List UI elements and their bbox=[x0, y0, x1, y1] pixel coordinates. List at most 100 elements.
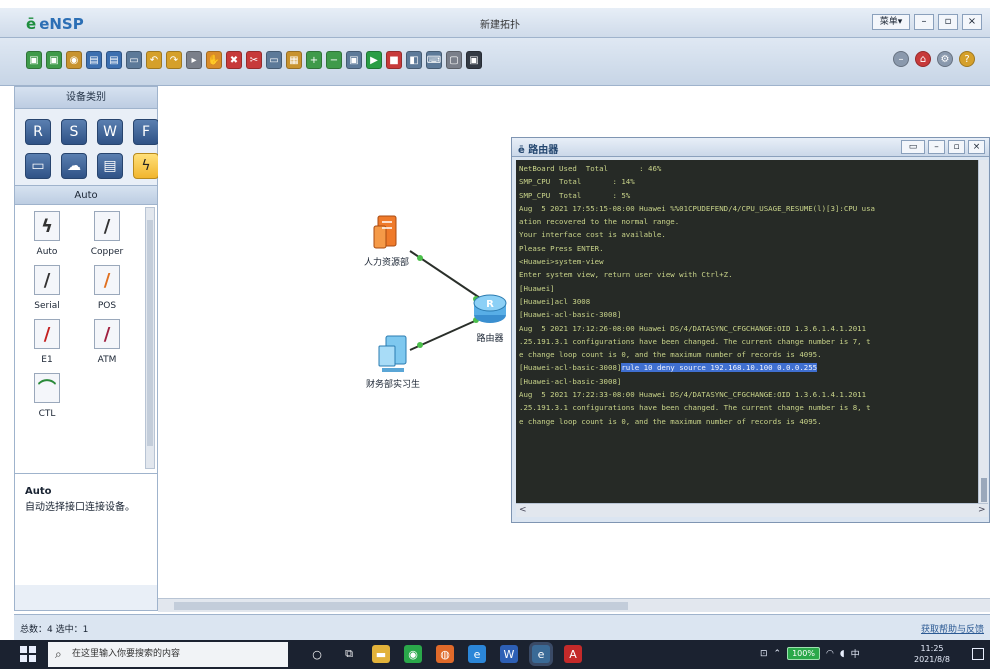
pdf-icon[interactable]: A bbox=[564, 645, 582, 663]
wechat-icon[interactable]: ◉ bbox=[404, 645, 422, 663]
terminal-text: ation recovered to the normal range. bbox=[519, 217, 680, 227]
undo-icon[interactable]: ↶ bbox=[146, 51, 162, 69]
minimize-button[interactable]: – bbox=[914, 14, 934, 30]
cable-item[interactable]: / POS bbox=[77, 265, 137, 311]
terminal-text: <Huawei>system-view bbox=[519, 257, 604, 267]
cable-item[interactable]: / Copper bbox=[77, 211, 137, 257]
open-topology-icon[interactable]: ▣ bbox=[46, 51, 62, 69]
other-device-category-icon[interactable]: ▤ bbox=[97, 153, 123, 179]
volume-icon[interactable]: ◖ bbox=[840, 649, 845, 659]
maximize-button[interactable]: ▫ bbox=[938, 14, 958, 30]
zoom-in-icon[interactable]: + bbox=[306, 51, 322, 69]
console-restore-button[interactable]: ▭ bbox=[901, 140, 925, 154]
home-icon[interactable]: ⌂ bbox=[915, 51, 931, 67]
zoom-out-icon[interactable]: − bbox=[326, 51, 342, 69]
console-minimize-button[interactable]: – bbox=[928, 140, 945, 154]
input-language[interactable]: 中 bbox=[851, 647, 860, 660]
cli-icon[interactable]: ⌨ bbox=[426, 51, 442, 69]
open-example-icon[interactable]: ◉ bbox=[66, 51, 82, 69]
screenshot-icon[interactable]: ▣ bbox=[466, 51, 482, 69]
windows-start-icon[interactable] bbox=[20, 646, 36, 662]
status-count: 总数：4 选中：1 bbox=[20, 625, 89, 635]
chevron-up-icon[interactable]: ⌃ bbox=[774, 649, 782, 659]
stop-icon[interactable]: ■ bbox=[386, 51, 402, 69]
print-icon[interactable]: ▭ bbox=[126, 51, 142, 69]
delete-icon[interactable]: ✖ bbox=[226, 51, 242, 69]
terminal-category-icon[interactable]: ▭ bbox=[25, 153, 51, 179]
terminal-horizontal-scrollbar[interactable]: < > bbox=[516, 503, 988, 517]
fit-icon[interactable]: ▣ bbox=[346, 51, 362, 69]
cable-label: E1 bbox=[41, 355, 53, 365]
terminal-text: Your interface cost is available. bbox=[519, 230, 666, 240]
terminal-line: [Huawei] bbox=[519, 282, 975, 295]
node-pc[interactable]: 财务部实习生 bbox=[366, 334, 420, 390]
node-server[interactable]: 人力资源部 bbox=[364, 214, 409, 268]
terminal-text: Aug 5 2021 17:22:33-08:00 Huawei DS/4/DA… bbox=[519, 390, 867, 400]
cable-item[interactable]: / E1 bbox=[17, 319, 77, 365]
topology-icon[interactable]: ▢ bbox=[446, 51, 462, 69]
wifi-icon[interactable]: ◠ bbox=[826, 649, 834, 659]
cable-item[interactable]: ⌒ CTL bbox=[17, 373, 77, 419]
task-view-icon[interactable]: ⧉ bbox=[340, 645, 358, 663]
canvas-horizontal-scrollbar[interactable] bbox=[158, 598, 990, 612]
connection-category-icon[interactable]: ϟ bbox=[133, 153, 159, 179]
wlan-category-icon[interactable]: W bbox=[97, 119, 123, 145]
save-icon[interactable]: ▤ bbox=[86, 51, 102, 69]
terminal-vertical-scrollbar[interactable] bbox=[978, 160, 988, 503]
app-logo: ē eNSP bbox=[26, 15, 84, 33]
terminal-line: Aug 5 2021 17:55:15-08:00 Huawei %%01CPU… bbox=[519, 202, 975, 215]
new-topology-icon[interactable]: ▣ bbox=[26, 51, 42, 69]
start-icon[interactable]: ▶ bbox=[366, 51, 382, 69]
cortana-icon[interactable]: ○ bbox=[308, 645, 326, 663]
console-maximize-button[interactable]: ▫ bbox=[948, 140, 965, 154]
delete-link-icon[interactable]: ✂ bbox=[246, 51, 262, 69]
text-icon[interactable]: ▭ bbox=[266, 51, 282, 69]
menu-button[interactable]: 菜单▾ bbox=[872, 14, 910, 30]
save-as-icon[interactable]: ▤ bbox=[106, 51, 122, 69]
capture-icon[interactable]: ◧ bbox=[406, 51, 422, 69]
help-feedback-link[interactable]: 获取帮助与反馈 bbox=[921, 622, 984, 635]
drag-icon[interactable]: ✋ bbox=[206, 51, 222, 69]
node-router[interactable]: R 路由器 bbox=[472, 290, 508, 344]
browser-icon[interactable]: ◍ bbox=[436, 645, 454, 663]
scroll-right-icon[interactable]: > bbox=[978, 504, 986, 517]
terminal-output[interactable]: NetBoard Used Total : 46% SMP_CPU Total :… bbox=[516, 160, 978, 503]
cable-scrollbar[interactable] bbox=[145, 207, 155, 469]
settings-icon[interactable]: ⚙ bbox=[937, 51, 953, 67]
file-explorer-icon[interactable]: ▬ bbox=[372, 645, 390, 663]
minimize-panel-icon[interactable]: – bbox=[893, 51, 909, 67]
scroll-thumb[interactable] bbox=[174, 602, 628, 610]
select-icon[interactable]: ▸ bbox=[186, 51, 202, 69]
toolbar-right-icons: – ⌂ ⚙? bbox=[893, 51, 975, 67]
router-category-icon[interactable]: R bbox=[25, 119, 51, 145]
router-console-window[interactable]: ē 路由器 ▭ – ▫ × NetBoard Used Total : 46% S… bbox=[511, 137, 990, 523]
palette-icon[interactable]: ▦ bbox=[286, 51, 302, 69]
cable-item[interactable]: / ATM bbox=[77, 319, 137, 365]
scroll-left-icon[interactable]: < bbox=[519, 504, 527, 517]
firewall-category-icon[interactable]: F bbox=[133, 119, 159, 145]
ensp-task-icon[interactable]: e bbox=[532, 645, 550, 663]
switch-category-icon[interactable]: S bbox=[61, 119, 87, 145]
close-button[interactable]: × bbox=[962, 14, 982, 30]
terminal-line: Please Press ENTER. bbox=[519, 242, 975, 255]
cloud-category-icon[interactable]: ☁ bbox=[61, 153, 87, 179]
console-title-bar[interactable]: ē 路由器 ▭ – ▫ × bbox=[512, 138, 989, 157]
console-close-button[interactable]: × bbox=[968, 140, 985, 154]
cable-label: POS bbox=[97, 301, 117, 311]
terminal-line: .25.191.3.1 configurations have been cha… bbox=[519, 401, 975, 414]
network-tray-icon[interactable]: ⊡ bbox=[760, 649, 768, 659]
terminal-text: [Huawei-acl-basic-3008] bbox=[519, 376, 622, 386]
cable-label: Copper bbox=[90, 247, 124, 257]
word-icon[interactable]: W bbox=[500, 645, 518, 663]
taskbar-clock[interactable]: 11:25 2021/8/8 bbox=[914, 643, 950, 665]
scroll-thumb[interactable] bbox=[981, 478, 987, 502]
edge-icon[interactable]: e bbox=[468, 645, 486, 663]
help-icon[interactable]: ? bbox=[959, 51, 975, 67]
battery-indicator[interactable]: 100% bbox=[787, 647, 820, 660]
cable-item[interactable]: ϟ Auto bbox=[17, 211, 77, 257]
taskbar-search-box[interactable]: ⌕ 在这里输入你要搜索的内容 bbox=[48, 642, 288, 667]
cable-item[interactable]: / Serial bbox=[17, 265, 77, 311]
notification-icon[interactable] bbox=[972, 648, 984, 660]
scroll-thumb[interactable] bbox=[147, 220, 153, 446]
redo-icon[interactable]: ↷ bbox=[166, 51, 182, 69]
